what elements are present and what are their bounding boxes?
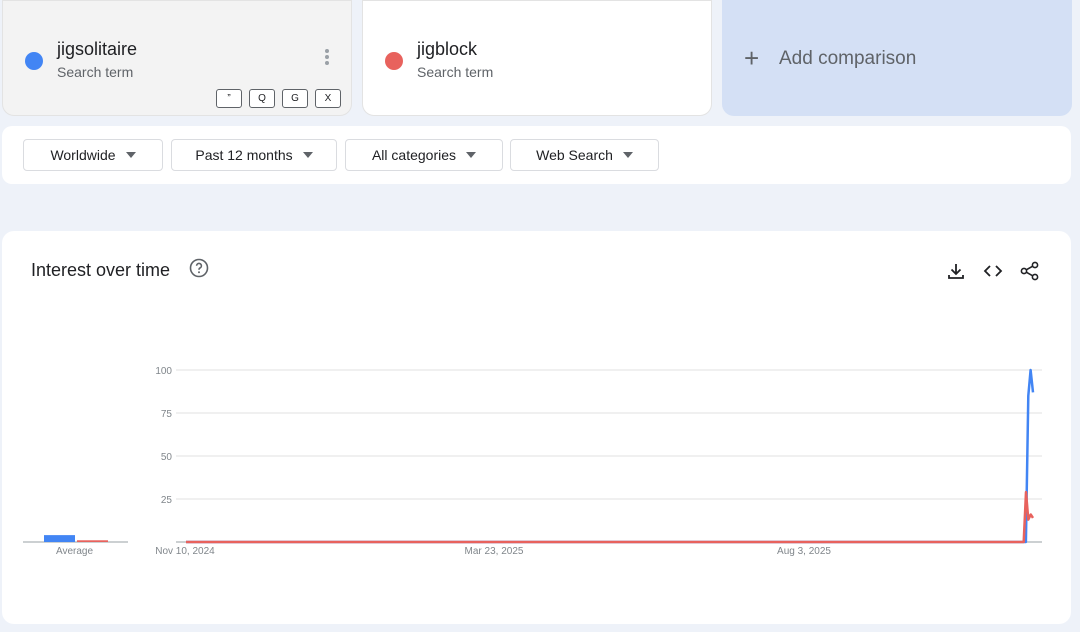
series-color-dot — [385, 52, 403, 70]
plus-icon: + — [744, 43, 760, 73]
time-range-dropdown[interactable]: Past 12 months — [171, 139, 337, 171]
x-tick-label: Aug 3, 2025 — [777, 546, 831, 557]
series-line-jigblock — [186, 490, 1035, 544]
caret-down-icon — [622, 152, 633, 158]
interest-chart: 25 50 75 100 Nov 10, 2024 Mar 23, 2025 Aug 3, … — [23, 366, 1042, 557]
average-bar-jigblock — [77, 540, 108, 542]
add-comparison-label: Add comparison — [779, 48, 917, 69]
caret-down-icon — [125, 152, 136, 158]
search-term-card-jigblock[interactable]: jigblock Search term — [362, 0, 712, 116]
time-range-label: Past 12 months — [195, 147, 293, 163]
y-tick-label: 100 — [155, 366, 172, 377]
term-type: Search term — [417, 64, 494, 80]
chip-q[interactable]: Q — [249, 89, 275, 108]
term-chip-group: ” Q G X — [216, 89, 341, 108]
chip-x[interactable]: X — [315, 89, 341, 108]
term-type: Search term — [57, 64, 134, 80]
region-dropdown[interactable]: Worldwide — [23, 139, 163, 171]
search-term-card-jigsolitaire[interactable]: jigsolitaire Search term ” Q G X — [2, 0, 352, 116]
chip-g[interactable]: G — [282, 89, 308, 108]
caret-down-icon — [302, 152, 313, 158]
search-type-label: Web Search — [536, 147, 613, 163]
interest-over-time-card: Interest over time 25 50 75 100 Nov 10, 2024… — [2, 231, 1071, 624]
y-tick-label: 25 — [161, 495, 173, 506]
region-label: Worldwide — [50, 147, 116, 163]
chip-quote[interactable]: ” — [216, 89, 242, 108]
series-color-dot — [25, 52, 43, 70]
category-label: All categories — [371, 147, 457, 163]
average-bar-jigsolitaire — [44, 535, 75, 542]
x-tick-label: Mar 23, 2025 — [465, 546, 524, 557]
average-label: Average — [56, 546, 94, 557]
term-name[interactable]: jigsolitaire — [57, 39, 137, 60]
y-tick-label: 75 — [161, 409, 173, 420]
search-type-dropdown[interactable]: Web Search — [510, 139, 659, 171]
filter-bar: Worldwide Past 12 months All categories … — [2, 126, 1071, 184]
term-name[interactable]: jigblock — [417, 39, 477, 60]
caret-down-icon — [466, 152, 477, 158]
more-vert-icon[interactable] — [321, 49, 333, 69]
x-tick-label: Nov 10, 2024 — [155, 546, 215, 557]
add-comparison-button[interactable]: + Add comparison — [722, 0, 1072, 116]
y-tick-label: 50 — [161, 452, 173, 463]
category-dropdown[interactable]: All categories — [345, 139, 503, 171]
